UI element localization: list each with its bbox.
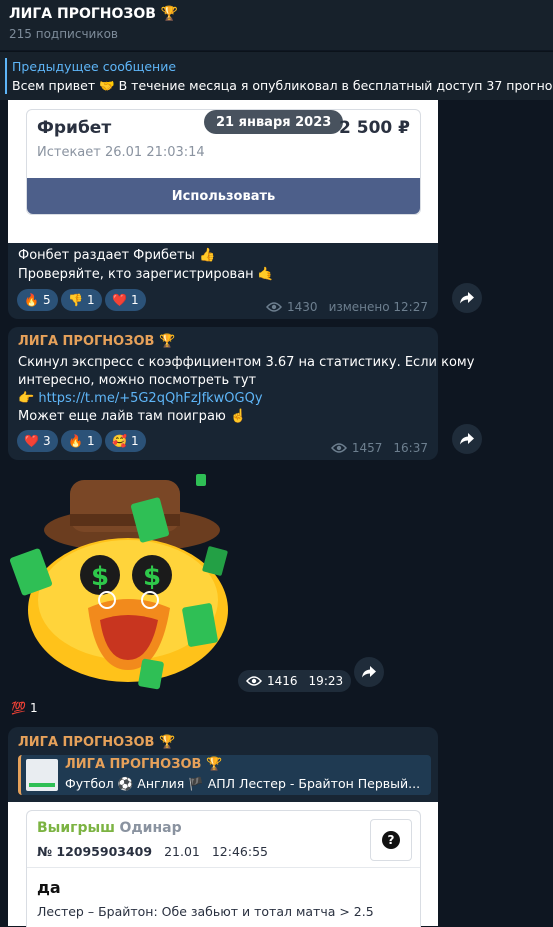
reaction-count: 1	[86, 434, 95, 448]
pinned-bar	[5, 58, 7, 94]
eye-dollar: $	[143, 562, 161, 592]
bet-selection: да	[37, 878, 61, 897]
thumbnail-bar	[29, 783, 55, 787]
share-arrow-icon	[460, 292, 474, 304]
msg2-meta: 1457 16:37	[330, 441, 428, 455]
reaction-count: 1	[130, 434, 139, 448]
share-arrow-icon	[362, 666, 376, 678]
view-count: 1457	[351, 441, 383, 455]
message-time: изменено 12:27	[328, 300, 428, 314]
bet-type: Одинар	[119, 820, 182, 836]
reaction-count: 5	[42, 293, 51, 307]
eye-icon	[330, 443, 347, 453]
date-badge: 21 января 2023	[204, 110, 344, 134]
msg1-line-2: Проверяйте, кто зарегистрирован 🤙	[18, 267, 274, 282]
msg2-line-1: Скинул экспресс с коэффициентом 3.67 на …	[18, 355, 475, 370]
message-time: 19:23	[308, 674, 344, 688]
bet-id-line: № 12095903409 21.01 12:46:55	[37, 844, 268, 859]
msg2-line-2: интересно, можно посмотреть тут	[18, 373, 257, 388]
pinned-text: Всем привет 🤝 В течение месяца я опублик…	[12, 78, 553, 93]
bet-image: Выигрыш Одинар № 12095903409 21.01 12:46…	[8, 802, 438, 927]
forward-button[interactable]	[452, 424, 482, 454]
reaction-emoji: 💯	[11, 701, 26, 715]
chat-header[interactable]: ЛИГА ПРОГНОЗОВ 🏆 215 подписчиков	[0, 0, 553, 50]
pinned-message[interactable]: Предыдущее сообщение Всем привет 🤝 В теч…	[0, 51, 553, 100]
freebet-amount: 2 500 ₽	[339, 118, 410, 138]
bet-status-line: Выигрыш Одинар	[37, 820, 182, 836]
reaction-emoji: ❤️	[112, 293, 127, 307]
reaction-heart[interactable]: ❤️ 3	[17, 430, 58, 452]
forward-button[interactable]	[452, 283, 482, 313]
msg2-line-4: Может еще лайв там поиграю ☝️	[18, 409, 247, 424]
question-icon: ?	[382, 831, 400, 849]
reaction-heart[interactable]: ❤️ 1	[105, 289, 146, 311]
win-status: Выигрыш	[37, 820, 116, 836]
question-glyph: ?	[387, 833, 395, 847]
subscriber-count: 215 подписчиков	[9, 27, 118, 41]
freebet-expires: Истекает 26.01 21:03:14	[37, 145, 205, 160]
bet-event: Лестер – Брайтон: Обе забьют и тотал мат…	[37, 904, 374, 919]
reaction-fire[interactable]: 🔥 5	[17, 289, 58, 311]
message-author[interactable]: ЛИГА ПРОГНОЗОВ 🏆	[18, 334, 175, 349]
reaction-emoji: 🥰	[112, 434, 127, 448]
bet-number: № 12095903409	[37, 844, 153, 859]
pointing-emoji: 👉	[18, 391, 39, 406]
message-bet[interactable]: ЛИГА ПРОГНОЗОВ 🏆 ЛИГА ПРОГНОЗОВ 🏆 Футбол…	[8, 727, 438, 927]
reaction-emoji: 🔥	[68, 434, 83, 448]
freebet-use-button[interactable]: Использовать	[27, 178, 420, 214]
reaction-count: 1	[86, 293, 95, 307]
msg1-line-1: Фонбет раздает Фрибеты 👍	[18, 248, 216, 263]
reaction-count: 1	[29, 701, 38, 715]
view-count: 1430	[287, 300, 318, 314]
msg2-link-line: 👉 https://t.me/+5G2qQhFzJfkwOGQy	[18, 390, 263, 408]
share-arrow-icon	[460, 433, 474, 445]
freebet-title: Фрибет	[37, 118, 112, 138]
forward-button[interactable]	[354, 657, 384, 687]
telegram-link[interactable]: https://t.me/+5G2qQhFzJfkwOGQy	[38, 391, 262, 406]
reaction-emoji: ❤️	[24, 434, 39, 448]
bet-divider	[27, 867, 420, 868]
view-count: 1416	[267, 674, 298, 688]
message-express[interactable]: ЛИГА ПРОГНОЗОВ 🏆 Скинул экспресс с коэфф…	[8, 327, 474, 460]
sticker-meta: 1416 19:23	[238, 670, 352, 692]
eye-icon	[246, 676, 262, 686]
help-button[interactable]: ?	[370, 819, 412, 861]
duck-sticker-icon: $ $	[9, 474, 228, 690]
reaction-emoji: 🔥	[24, 293, 39, 307]
bet-time: 12:46:55	[211, 844, 268, 859]
reply-text: Футбол ⚽ Англия 🏴 АПЛ Лестер - Брайтон П…	[65, 776, 421, 791]
reply-author: ЛИГА ПРОГНОЗОВ 🏆	[65, 757, 223, 772]
reply-thumbnail	[26, 759, 58, 791]
duck-money-sticker[interactable]: $ $	[9, 470, 240, 690]
eye-dollar: $	[91, 562, 109, 592]
message-author[interactable]: ЛИГА ПРОГНОЗОВ 🏆	[18, 735, 175, 750]
bet-card: Выигрыш Одинар № 12095903409 21.01 12:46…	[26, 810, 421, 927]
reaction-count: 3	[42, 434, 51, 448]
reaction-hundred[interactable]: 💯 1	[7, 697, 42, 719]
msg1-meta: 1430 изменено 12:27	[266, 300, 428, 314]
reaction-emoji: 👎	[68, 293, 83, 307]
bet-date: 21.01	[164, 844, 200, 859]
message-time: 16:37	[393, 441, 428, 455]
reaction-love[interactable]: 🥰 1	[105, 430, 146, 452]
reply-preview[interactable]: ЛИГА ПРОГНОЗОВ 🏆 Футбол ⚽ Англия 🏴 АПЛ Л…	[18, 755, 431, 795]
reaction-count: 1	[130, 293, 139, 307]
pinned-label: Предыдущее сообщение	[12, 59, 177, 74]
channel-title[interactable]: ЛИГА ПРОГНОЗОВ 🏆	[9, 6, 178, 22]
reaction-dislike[interactable]: 👎 1	[61, 289, 102, 311]
reaction-fire[interactable]: 🔥 1	[61, 430, 102, 452]
message-freebet[interactable]: Фрибет 2 500 ₽ Истекает 26.01 21:03:14 И…	[8, 100, 438, 319]
eye-icon	[266, 302, 283, 312]
